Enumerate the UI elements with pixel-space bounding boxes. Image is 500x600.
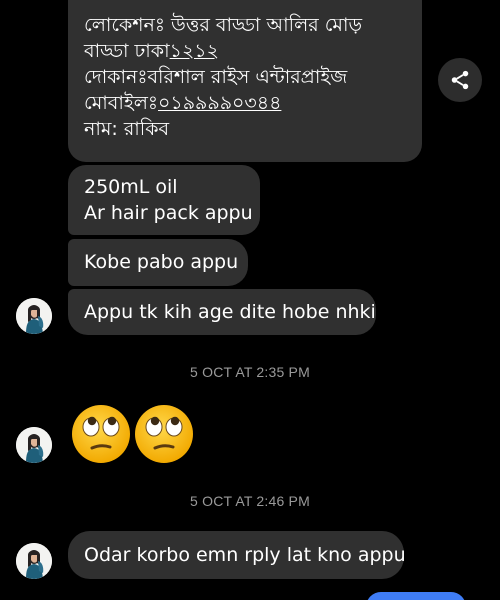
message-bubble[interactable]: Appu tk kih age dite hobe nhki <box>68 289 376 335</box>
message-line: বাড্ডা ঢাকা১২১২ <box>84 38 406 64</box>
timestamp: 5 OCT AT 2:46 PM <box>190 493 310 509</box>
message-text: Appu tk kih age dite hobe nhki <box>84 301 376 323</box>
avatar-image <box>16 427 52 463</box>
share-icon <box>451 70 469 90</box>
message-text: Kobe pabo appu <box>84 251 239 273</box>
timestamp: 5 OCT AT 2:35 PM <box>190 364 310 380</box>
phone-number-link[interactable]: ০১৯৯৯৯০৩৪৪ <box>158 92 281 114</box>
message-line: নাম: রাকিব <box>84 118 170 140</box>
avatar[interactable] <box>16 298 52 334</box>
avatar[interactable] <box>16 427 52 463</box>
message-text: বাড্ডা ঢাকা <box>84 40 170 62</box>
avatar-image <box>16 543 52 579</box>
sent-message-bubble[interactable] <box>366 592 466 600</box>
message-text: Ar hair pack appu <box>84 202 253 224</box>
message-line: দোকানঃবরিশাল রাইস এন্টারপ্রাইজ <box>84 66 348 88</box>
avatar[interactable] <box>16 543 52 579</box>
face-with-rolling-eyes-icon[interactable] <box>134 404 194 464</box>
postcode-link[interactable]: ১২১২ <box>170 40 219 62</box>
message-text: মোবাইলঃ <box>84 92 159 114</box>
message-line: মোবাইলঃ০১৯৯৯৯০৩৪৪ <box>84 90 406 116</box>
chat-screen: লোকেশনঃ উত্তর বাড্ডা আলির মোড় বাড্ডা ঢা… <box>0 0 500 600</box>
message-bubble[interactable]: Odar korbo emn rply lat kno appu <box>68 531 406 579</box>
message-text: Odar korbo emn rply lat kno appu <box>84 544 406 566</box>
avatar-image <box>16 298 52 334</box>
message-bubble[interactable]: 250mL oil Ar hair pack appu <box>68 165 260 235</box>
message-text: 250mL oil <box>84 176 178 198</box>
face-with-rolling-eyes-icon[interactable] <box>71 404 131 464</box>
message-bubble[interactable]: Kobe pabo appu <box>68 239 248 286</box>
share-button[interactable] <box>438 58 482 102</box>
message-line: লোকেশনঃ উত্তর বাড্ডা আলির মোড় <box>84 14 363 36</box>
message-bubble-location[interactable]: লোকেশনঃ উত্তর বাড্ডা আলির মোড় বাড্ডা ঢা… <box>68 0 422 162</box>
